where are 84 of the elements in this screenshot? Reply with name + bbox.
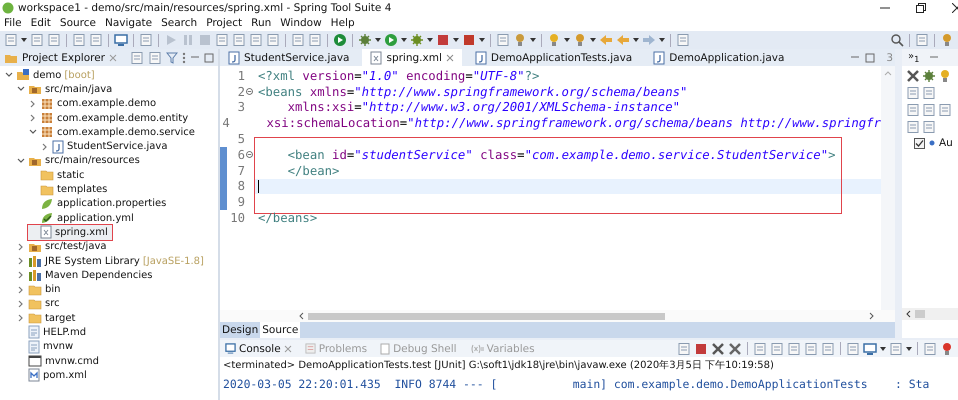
overflow-indicator[interactable]: »$_{1}$	[908, 51, 920, 64]
menu-item[interactable]: Search	[161, 17, 198, 29]
tree-item[interactable]: static	[28, 168, 88, 182]
tree-label: JRE System Library	[45, 256, 140, 266]
tree-label: target	[45, 312, 76, 324]
line-number: 2	[236, 84, 245, 99]
tree-item[interactable]: HELP.md	[16, 325, 90, 340]
line-number: 1	[236, 68, 245, 83]
tree-item[interactable]: demo [boot]	[4, 68, 99, 82]
tree-label: com.example.demo.service	[57, 126, 195, 138]
console-status: <terminated> DemoApplicationTests.test [JUnit] G:\soft1\jdk18\jre\bin\javaw.exe (2020年3月5日 下午10:19:58)	[222, 359, 775, 373]
tree-item[interactable]: application.properties	[28, 196, 170, 211]
menu-item[interactable]: Source	[60, 17, 96, 29]
tree-item[interactable]: src/test/java	[16, 240, 110, 254]
tree-item[interactable]: src/main/java	[16, 82, 116, 97]
tree-label: src	[45, 298, 60, 310]
tree-label: src/main/resources	[45, 155, 140, 166]
tree-label: src/test/java	[45, 241, 106, 252]
menu-item[interactable]: Navigate	[105, 17, 152, 29]
editor-tab[interactable]: spring.xml	[362, 49, 462, 66]
editor-tab[interactable]: DemoApplicationTests.java	[466, 49, 640, 66]
tree-label: application.properties	[57, 198, 166, 210]
tree-item[interactable]: mvnw.cmd	[16, 354, 104, 368]
menu-item[interactable]: Window	[280, 17, 322, 29]
menu-item[interactable]: Edit	[30, 17, 51, 29]
tree-item[interactable]: StudentService.java	[40, 139, 172, 154]
code-line: <bean id="studentService" class="com.example.demo.service.StudentService">	[286, 148, 836, 162]
line-number: 3	[236, 100, 245, 114]
code-line: <?xml version="1.0" encoding="UTF-8"?>	[258, 68, 540, 83]
line-number: 4	[222, 116, 230, 130]
tree-item[interactable]: com.example.demo	[28, 96, 160, 111]
menu-item[interactable]: File	[4, 17, 22, 29]
code-line: xsi:schemaLocation="http://www.springframework.org/schema/beans http://www.springfr	[266, 116, 881, 130]
log-line: 2020-03-05 22:20:01.435 INFO 8744 --- [ main] com.example.demo.DemoApplicationTests : Sta	[222, 377, 930, 391]
editor-tab[interactable]: StudentService.java	[220, 49, 358, 66]
tree-item[interactable]: application.yml	[28, 210, 138, 226]
tree-label: StudentService.java	[67, 141, 168, 152]
tree-decoration: [boot]	[64, 70, 95, 81]
tree-label: src/main/java	[45, 84, 112, 95]
tree-item[interactable]: com.example.demo.service	[28, 125, 199, 140]
code-line: xmlns:xsi="http://www.w3.org/2001/XMLSchema-instance"	[286, 100, 680, 114]
tree-label: demo	[33, 70, 62, 81]
tree-item[interactable]: src/main/resources	[16, 154, 144, 168]
tree-label: mvnw	[43, 341, 74, 352]
tree-label: com.example.demo	[57, 98, 156, 110]
tree-item[interactable]: src	[16, 296, 64, 312]
outline-item[interactable]: Au	[939, 137, 953, 149]
line-number: 7	[236, 164, 245, 178]
tree-label: HELP.md	[43, 326, 86, 338]
console-tab[interactable]: Console	[220, 342, 297, 354]
tree-label: templates	[57, 184, 108, 196]
menu-item[interactable]: Run	[251, 17, 272, 29]
line-number: 9	[236, 195, 245, 210]
tree-item[interactable]: JRE System Library [JavaSE-1.8]	[16, 254, 208, 268]
tree-item[interactable]: spring.xml	[28, 225, 112, 240]
tree-label: application.yml	[57, 212, 134, 224]
code-line: </beans>	[258, 211, 318, 226]
window-title: workspace1 - demo/src/main/resources/spring.xml - Spring Tool Suite 4	[18, 2, 392, 14]
tree-decoration: [JavaSE-1.8]	[142, 256, 204, 266]
tree-item[interactable]: mvnw	[16, 340, 78, 354]
tree-item[interactable]: templates	[28, 182, 112, 197]
tree-item[interactable]: pom.xml	[16, 368, 91, 383]
code-line: </bean>	[286, 164, 340, 178]
tree-item[interactable]: Maven Dependencies	[16, 268, 157, 282]
view-tab[interactable]: Source	[260, 322, 300, 338]
tree-label: Maven Dependencies	[45, 270, 153, 281]
tree-item[interactable]: bin	[16, 282, 64, 297]
editor-tab[interactable]: DemoApplication.java	[645, 49, 792, 66]
menu-item[interactable]: Help	[330, 17, 355, 29]
tree-label: bin	[45, 284, 60, 296]
tree-item[interactable]: target	[16, 311, 80, 326]
line-number: 10	[229, 211, 245, 226]
tree-label: pom.xml	[43, 370, 87, 381]
tree-label: static	[57, 170, 84, 181]
tree-label: com.example.demo.entity	[57, 112, 188, 124]
tree-label: spring.xml	[55, 226, 108, 238]
line-number: 8	[236, 179, 245, 194]
tree-item[interactable]: com.example.demo.entity	[28, 110, 192, 126]
code-line: <beans xmlns="http://www.springframework.org/schema/beans"	[258, 84, 688, 99]
line-number: 6	[236, 148, 245, 162]
line-number: 5	[236, 132, 245, 146]
tree-label: mvnw.cmd	[45, 356, 100, 367]
menu-item[interactable]: Project	[206, 17, 242, 29]
view-tab[interactable]: Design	[220, 322, 260, 338]
